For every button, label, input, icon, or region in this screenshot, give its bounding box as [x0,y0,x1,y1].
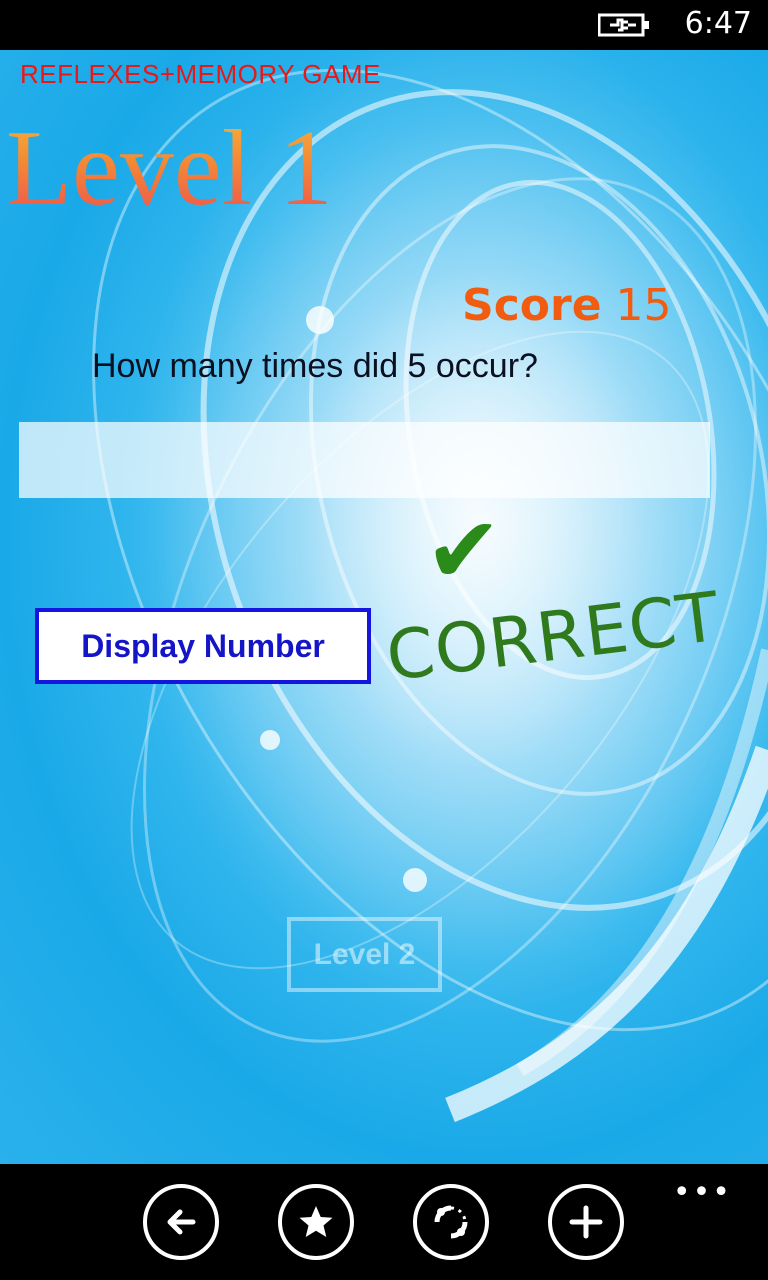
score-display: Score 15 [462,280,672,331]
more-dots-icon[interactable]: ••• [673,1178,732,1208]
battery-charging-icon [598,13,649,37]
sync-icon [434,1205,468,1239]
question-text: How many times did 5 occur? [92,347,538,385]
star-icon [299,1206,333,1237]
score-value: 15 [615,280,672,331]
level-title: Level 1 [6,109,333,228]
score-label: Score [462,280,602,331]
app-bar: ••• [0,1164,768,1280]
display-number-button[interactable]: Display Number [35,608,371,684]
status-bar: 6:47 [0,0,768,50]
level-2-button[interactable]: Level 2 [287,917,442,992]
back-button[interactable] [143,1184,219,1260]
favorite-button[interactable] [278,1184,354,1260]
sync-button[interactable] [413,1184,489,1260]
check-icon: ✔ [425,497,503,604]
game-screen: REFLEXES+MEMORY GAME Level 1 Score 15 Ho… [0,50,768,1164]
back-arrow-icon [167,1209,196,1235]
app-title: REFLEXES+MEMORY GAME [20,59,381,89]
add-button[interactable] [548,1184,624,1260]
answer-input[interactable] [19,422,710,498]
add-icon [569,1205,603,1239]
clock: 6:47 [684,6,752,41]
